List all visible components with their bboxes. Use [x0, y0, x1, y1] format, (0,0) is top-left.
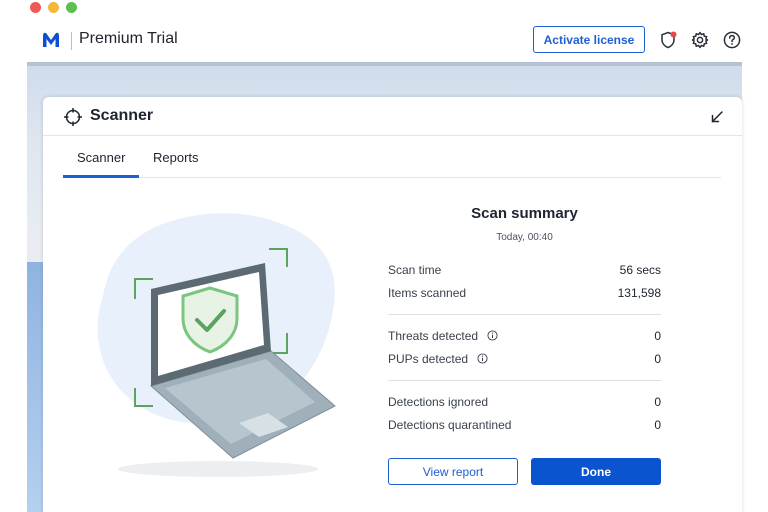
tab-reports[interactable]: Reports: [153, 150, 199, 165]
scan-complete-illustration: [97, 213, 336, 477]
app-header: Premium Trial Activate license: [27, 22, 742, 62]
summary-row-threats: Threats detected 0: [388, 325, 661, 348]
panel-title: Scanner: [90, 107, 154, 124]
tab-bar: Scanner Reports: [63, 137, 721, 178]
summary-row-quarantined: Detections quarantined 0: [388, 414, 661, 437]
summary-divider: [388, 314, 661, 315]
row-label-text: Threats detected: [388, 329, 479, 343]
row-label: Items scanned: [388, 285, 467, 300]
summary-divider: [388, 380, 661, 381]
row-label: Detections quarantined: [388, 417, 512, 432]
row-value: 0: [654, 351, 661, 366]
scanner-panel: Scanner Scanner Reports Scan summary Tod…: [43, 97, 742, 512]
row-label: Threats detected: [388, 329, 498, 343]
row-value: 0: [654, 417, 661, 432]
shield-alert-icon[interactable]: [657, 29, 679, 51]
summary-group-detections: Threats detected 0 PUPs detected 0: [388, 325, 661, 370]
summary-row-pups: PUPs detected 0: [388, 348, 661, 371]
row-value: 56 secs: [619, 263, 661, 277]
laptop-shadow: [118, 461, 318, 477]
crosshair-icon: [64, 108, 82, 126]
summary-group-stats: Scan time 56 secs Items scanned 131,598: [388, 259, 661, 304]
scan-summary: Scan summary Today, 00:40 Scan time 56 s…: [388, 205, 661, 436]
header-divider: [71, 32, 72, 50]
activate-license-button[interactable]: Activate license: [533, 26, 645, 53]
gear-icon[interactable]: [689, 29, 711, 51]
info-icon[interactable]: [487, 330, 498, 341]
view-report-button[interactable]: View report: [388, 458, 518, 485]
row-value: 0: [654, 395, 661, 409]
summary-row-ignored: Detections ignored 0: [388, 391, 661, 414]
row-label: Detections ignored: [388, 395, 489, 409]
done-button[interactable]: Done: [531, 458, 661, 485]
help-icon[interactable]: [721, 29, 743, 51]
summary-row-scan-time: Scan time 56 secs: [388, 259, 661, 282]
close-window-button[interactable]: [30, 2, 41, 13]
app-title: Premium Trial: [79, 30, 178, 47]
summary-row-items-scanned: Items scanned 131,598: [388, 282, 661, 305]
zoom-window-button[interactable]: [66, 2, 77, 13]
minimize-window-button[interactable]: [48, 2, 59, 13]
summary-date: Today, 00:40: [496, 232, 553, 243]
row-label: PUPs detected: [388, 352, 488, 366]
summary-title: Scan summary: [471, 205, 578, 222]
row-label-text: PUPs detected: [388, 351, 469, 366]
row-value: 0: [654, 329, 661, 343]
collapse-arrow-icon[interactable]: [707, 107, 727, 127]
malwarebytes-logo-icon: [43, 32, 59, 47]
window-controls: [30, 2, 77, 13]
active-tab-indicator: [63, 175, 139, 178]
row-label: Scan time: [388, 263, 442, 277]
panel-header: Scanner: [43, 97, 742, 136]
row-value: 131,598: [617, 285, 661, 300]
info-icon[interactable]: [477, 352, 488, 364]
backdrop-edge: [27, 62, 742, 66]
summary-group-handling: Detections ignored 0 Detections quaranti…: [388, 391, 661, 436]
tab-scanner[interactable]: Scanner: [77, 150, 125, 165]
summary-actions: View report Done: [388, 458, 661, 485]
